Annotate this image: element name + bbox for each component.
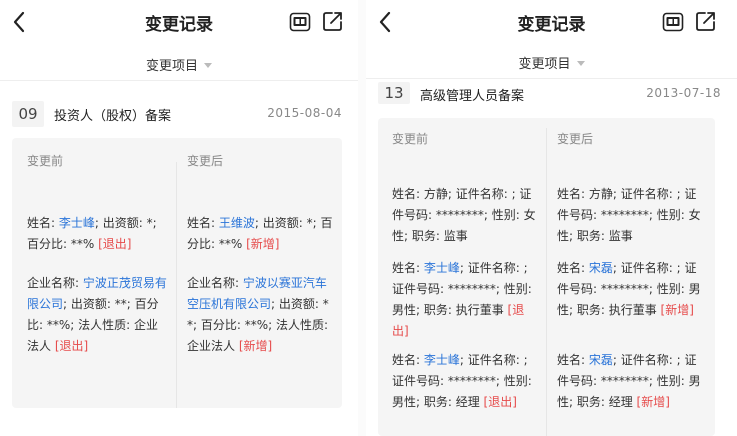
person-link[interactable]: 李士峰 bbox=[424, 353, 460, 367]
before-entry: 姓名: 李士峰; 出资额: *; 百分比: **% [退出] bbox=[27, 216, 157, 251]
filter-dropdown[interactable]: 变更项目 bbox=[366, 44, 737, 79]
long-screenshot-icon[interactable] bbox=[289, 11, 311, 33]
after-entry: 姓名: 方静; 证件名称: ; 证件号码: ********; 性别: 女性; … bbox=[557, 187, 701, 243]
change-card: 变更前 变更后 姓名: 李士峰; 出资额: *; 百分比: **% [退出] 企… bbox=[12, 138, 342, 408]
before-label: 变更前 bbox=[392, 132, 429, 146]
after-label: 变更后 bbox=[557, 132, 594, 146]
long-screenshot-icon[interactable] bbox=[662, 11, 684, 33]
record-date: 2015-08-04 bbox=[267, 106, 342, 120]
right-screen: 变更记录 变更项目 13 高级管理人员备案 2013-07-18 变更前 变更后 bbox=[366, 0, 737, 436]
after-entry: 姓名: 宋磊; 证件名称: ; 证件号码: ********; 性别: 男性; … bbox=[557, 261, 701, 317]
person-link[interactable]: 宋磊 bbox=[589, 261, 613, 275]
filter-label: 变更项目 bbox=[518, 57, 571, 72]
change-card: 变更前 变更后 姓名: 方静; 证件名称: ; 证件号码: ********; … bbox=[378, 118, 715, 436]
status-tag: [新增] bbox=[636, 395, 670, 409]
status-tag: [新增] bbox=[238, 339, 273, 353]
record-date: 2013-07-18 bbox=[646, 86, 721, 100]
status-tag: [新增] bbox=[660, 303, 694, 317]
status-tag: [退出] bbox=[98, 237, 132, 251]
record-title: 高级管理人员备案 bbox=[420, 89, 525, 104]
share-icon[interactable] bbox=[695, 10, 717, 32]
after-label: 变更后 bbox=[187, 154, 224, 168]
caret-down-icon bbox=[576, 61, 585, 66]
nav-bar: 变更记录 bbox=[0, 0, 358, 44]
filter-dropdown[interactable]: 变更项目 bbox=[0, 46, 358, 81]
share-icon[interactable] bbox=[322, 10, 344, 32]
before-entry: 企业名称: 宁波正茂贸易有限公司; 出资额: **; 百分比: **%; 法人性… bbox=[27, 276, 167, 353]
status-tag: [退出] bbox=[483, 395, 517, 409]
before-entry: 姓名: 方静; 证件名称: ; 证件号码: ********; 性别: 女性; … bbox=[392, 187, 536, 243]
nav-bar: 变更记录 bbox=[366, 0, 737, 44]
record-header: 13 高级管理人员备案 2013-07-18 bbox=[378, 82, 725, 104]
column-divider bbox=[176, 162, 177, 408]
after-entry: 姓名: 宋磊; 证件名称: ; 证件号码: ********; 性别: 男性; … bbox=[557, 353, 701, 409]
filter-label: 变更项目 bbox=[145, 59, 198, 74]
left-screen: 变更记录 变更项目 09 投资人（股权）备案 2015-08-04 变更前 变更… bbox=[0, 0, 358, 436]
record-title: 投资人（股权）备案 bbox=[54, 109, 172, 124]
before-label: 变更前 bbox=[27, 154, 64, 168]
before-entry: 姓名: 李士峰; 证件名称: ; 证件号码: ********; 性别: 男性;… bbox=[392, 353, 532, 409]
record-index: 09 bbox=[12, 101, 44, 127]
after-entry: 姓名: 王维波; 出资额: *; 百分比: **% [新增] bbox=[187, 216, 333, 251]
status-tag: [退出] bbox=[54, 339, 89, 353]
person-link[interactable]: 李士峰 bbox=[424, 261, 460, 275]
status-tag: [新增] bbox=[246, 237, 280, 251]
after-entry: 企业名称: 宁波以赛亚汽车空压机有限公司; 出资额: **; 百分比: **%;… bbox=[187, 276, 329, 353]
screen-gap bbox=[358, 0, 366, 436]
column-divider bbox=[546, 128, 547, 436]
screenshot-root: 变更记录 变更项目 09 投资人（股权）备案 2015-08-04 变更前 变更… bbox=[0, 0, 737, 436]
person-link[interactable]: 王维波 bbox=[219, 216, 255, 230]
person-link[interactable]: 李士峰 bbox=[59, 216, 95, 230]
caret-down-icon bbox=[204, 63, 212, 68]
record-index: 13 bbox=[378, 82, 410, 104]
record-header: 09 投资人（股权）备案 2015-08-04 bbox=[12, 101, 346, 127]
person-link[interactable]: 宋磊 bbox=[589, 353, 613, 367]
before-entry: 姓名: 李士峰; 证件名称: ; 证件号码: ********; 性别: 男性;… bbox=[392, 261, 532, 338]
